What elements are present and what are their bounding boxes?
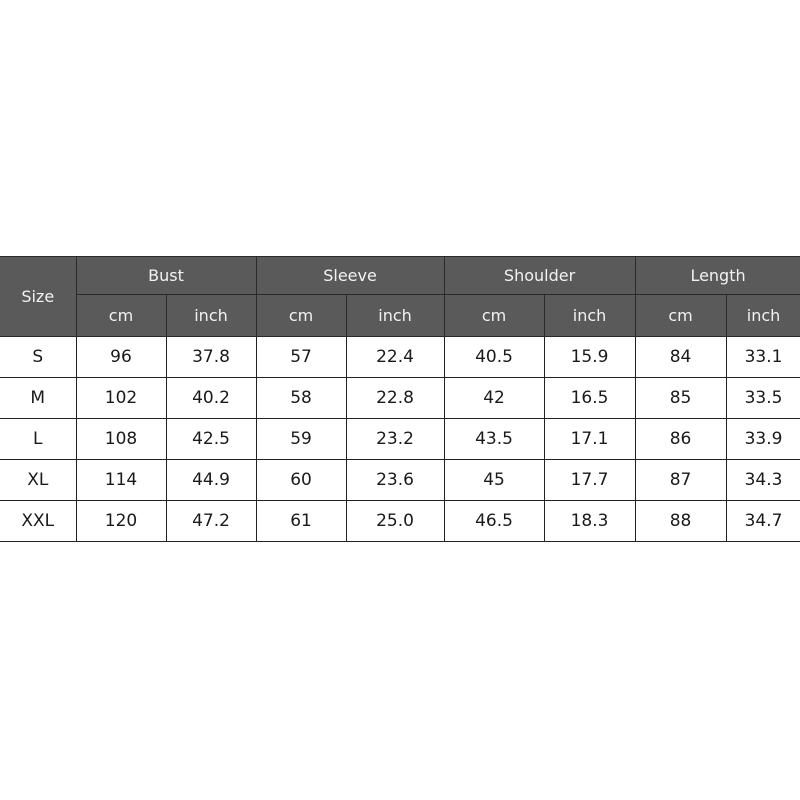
group-header-sleeve: Sleeve — [255, 256, 445, 295]
size-cell: L — [0, 418, 77, 460]
unit-header: inch — [543, 294, 636, 337]
measurement-cell: 84 — [634, 336, 727, 378]
measurement-cell: 33.5 — [725, 377, 800, 419]
measurement-cell: 22.4 — [345, 336, 445, 378]
size-cell: XXL — [0, 500, 77, 542]
measurement-cell: 46.5 — [443, 500, 545, 542]
measurement-cell: 43.5 — [443, 418, 545, 460]
measurement-cell: 17.7 — [543, 459, 636, 501]
measurement-cell: 22.8 — [345, 377, 445, 419]
measurement-cell: 23.6 — [345, 459, 445, 501]
measurement-cell: 18.3 — [543, 500, 636, 542]
measurement-cell: 33.1 — [725, 336, 800, 378]
measurement-cell: 25.0 — [345, 500, 445, 542]
measurement-cell: 86 — [634, 418, 727, 460]
measurement-cell: 17.1 — [543, 418, 636, 460]
table-row: M 102 40.2 58 22.8 42 16.5 85 33.5 — [0, 377, 800, 419]
measurement-cell: 108 — [75, 418, 167, 460]
unit-header: inch — [725, 294, 800, 337]
measurement-cell: 88 — [634, 500, 727, 542]
measurement-cell: 34.7 — [725, 500, 800, 542]
size-cell: S — [0, 336, 77, 378]
measurement-cell: 102 — [75, 377, 167, 419]
measurement-cell: 47.2 — [165, 500, 257, 542]
table-row: XXL 120 47.2 61 25.0 46.5 18.3 88 34.7 — [0, 500, 800, 542]
table-row: XL 114 44.9 60 23.6 45 17.7 87 34.3 — [0, 459, 800, 501]
measurement-cell: 44.9 — [165, 459, 257, 501]
measurement-cell: 40.2 — [165, 377, 257, 419]
measurement-cell: 57 — [255, 336, 347, 378]
size-header: Size — [0, 256, 77, 337]
measurement-cell: 42 — [443, 377, 545, 419]
measurement-cell: 16.5 — [543, 377, 636, 419]
measurement-cell: 85 — [634, 377, 727, 419]
measurement-cell: 40.5 — [443, 336, 545, 378]
measurement-cell: 58 — [255, 377, 347, 419]
table-row: L 108 42.5 59 23.2 43.5 17.1 86 33.9 — [0, 418, 800, 460]
size-cell: XL — [0, 459, 77, 501]
group-header-bust: Bust — [75, 256, 257, 295]
measurement-cell: 23.2 — [345, 418, 445, 460]
unit-header: cm — [634, 294, 727, 337]
measurement-cell: 59 — [255, 418, 347, 460]
measurement-cell: 37.8 — [165, 336, 257, 378]
measurement-cell: 114 — [75, 459, 167, 501]
unit-header: cm — [75, 294, 167, 337]
measurement-cell: 42.5 — [165, 418, 257, 460]
unit-header: inch — [165, 294, 257, 337]
measurement-cell: 45 — [443, 459, 545, 501]
measurement-cell: 60 — [255, 459, 347, 501]
unit-header: inch — [345, 294, 445, 337]
size-chart-table: Size Bust Sleeve Shoulder Length cm inch… — [0, 256, 800, 542]
group-header-shoulder: Shoulder — [443, 256, 636, 295]
measurement-cell: 120 — [75, 500, 167, 542]
measurement-cell: 87 — [634, 459, 727, 501]
unit-header: cm — [443, 294, 545, 337]
measurement-cell: 61 — [255, 500, 347, 542]
unit-header: cm — [255, 294, 347, 337]
group-header-length: Length — [634, 256, 800, 295]
measurement-cell: 96 — [75, 336, 167, 378]
table-row: S 96 37.8 57 22.4 40.5 15.9 84 33.1 — [0, 336, 800, 378]
measurement-cell: 15.9 — [543, 336, 636, 378]
measurement-cell: 34.3 — [725, 459, 800, 501]
measurement-cell: 33.9 — [725, 418, 800, 460]
size-cell: M — [0, 377, 77, 419]
